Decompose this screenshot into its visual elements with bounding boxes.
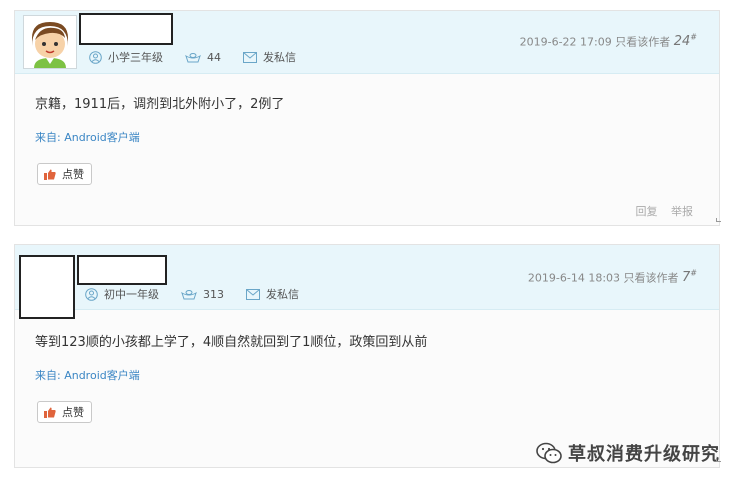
like-label: 点赞 (62, 168, 84, 181)
user-meta: 小学三年级 44 发私信 (89, 49, 318, 65)
only-author-link[interactable]: 只看该作者 (615, 35, 670, 48)
paragraph-mark-icon (716, 458, 721, 462)
post-actions: 回复 举报 (626, 203, 694, 219)
user-icon (85, 287, 98, 301)
user-level: 初中一年级 (85, 286, 159, 302)
envelope-icon (243, 51, 257, 63)
send-message-label[interactable]: 发私信 (263, 49, 296, 65)
report-link[interactable]: 举报 (671, 205, 693, 218)
send-message-label[interactable]: 发私信 (266, 286, 299, 302)
user-level-label: 初中一年级 (104, 288, 159, 301)
post-content: 京籍，1911后，调剂到北外附小了，2例了 (35, 97, 285, 112)
post-header: 小学三年级 44 发私信 2019-6-22 17:09 只看该作者 24# (15, 11, 719, 74)
coin-count: 44 (207, 50, 221, 64)
thumbs-up-icon (44, 169, 56, 180)
user-level: 小学三年级 (89, 49, 163, 65)
post-datetime: 2019-6-14 18:03 (527, 271, 621, 285)
send-message-link[interactable]: 发私信 (246, 286, 299, 302)
send-message-link[interactable]: 发私信 (243, 49, 296, 65)
username-redacted[interactable] (77, 255, 167, 285)
coin-count: 313 (203, 287, 224, 301)
avatar[interactable] (23, 15, 77, 69)
post-card: 小学三年级 44 发私信 2019-6-22 17:09 只看该作者 24# 京… (14, 10, 720, 226)
floor-number: 7# (682, 269, 697, 286)
paragraph-mark-icon (716, 218, 721, 222)
watermark: 草叔消费升级研究 (536, 440, 720, 466)
post-source[interactable]: 来自: Android客户端 (35, 129, 140, 145)
user-level-label: 小学三年级 (108, 51, 163, 64)
post-source[interactable]: 来自: Android客户端 (35, 367, 140, 383)
watermark-text: 草叔消费升级研究 (568, 444, 720, 465)
envelope-icon (246, 288, 260, 300)
wechat-icon (536, 442, 562, 464)
user-coins: 313 (181, 288, 224, 301)
post-content: 等到123顺的小孩都上学了，4顺自然就回到了1顺位，政策回到从前 (35, 335, 428, 350)
post-info: 2019-6-14 18:03 只看该作者 7# (528, 269, 697, 285)
username-redacted[interactable] (79, 13, 173, 45)
only-author-link[interactable]: 只看该作者 (624, 271, 679, 284)
like-button[interactable]: 点赞 (37, 401, 92, 423)
post-card: 初中一年级 313 发私信 2019-6-14 18:03 只看该作者 7# 等… (14, 244, 720, 468)
user-coins: 44 (185, 51, 221, 64)
avatar-redacted[interactable] (19, 255, 75, 319)
gold-ingot-icon (185, 52, 201, 62)
thumbs-up-icon (44, 407, 56, 418)
reply-link[interactable]: 回复 (636, 205, 658, 218)
user-icon (89, 50, 102, 64)
post-info: 2019-6-22 17:09 只看该作者 24# (520, 33, 697, 49)
like-button[interactable]: 点赞 (37, 163, 92, 185)
post-header: 初中一年级 313 发私信 2019-6-14 18:03 只看该作者 7# (15, 245, 719, 319)
user-meta: 初中一年级 313 发私信 (85, 286, 321, 302)
like-label: 点赞 (62, 406, 84, 419)
avatar-cartoon-icon (24, 16, 76, 68)
gold-ingot-icon (181, 289, 197, 299)
post-datetime: 2019-6-22 17:09 (519, 35, 612, 49)
floor-number: 24# (673, 33, 697, 50)
